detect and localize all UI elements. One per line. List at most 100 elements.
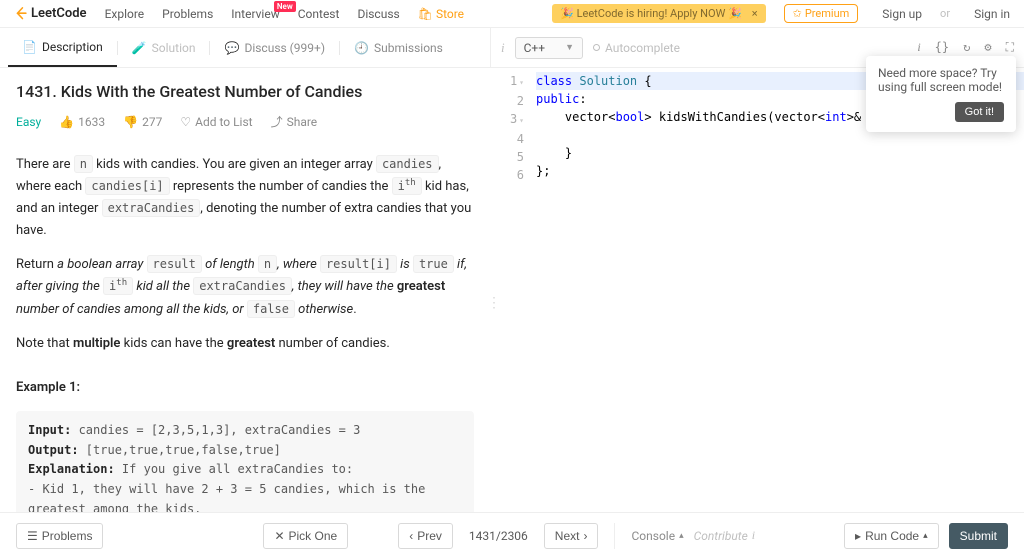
radio-icon bbox=[593, 44, 600, 51]
like-count: 1633 bbox=[78, 115, 105, 129]
language-select[interactable]: C++ ▼ bbox=[515, 37, 583, 59]
brackets-icon[interactable]: {} bbox=[935, 40, 949, 55]
list-icon: ☰ bbox=[27, 529, 38, 543]
nav-interview[interactable]: InterviewNew bbox=[231, 7, 279, 21]
fullscreen-icon[interactable]: ⛶ bbox=[1006, 40, 1014, 55]
like-button[interactable]: 👍 1633 bbox=[59, 115, 105, 129]
tab-submissions-label: Submissions bbox=[374, 41, 443, 55]
signin-link[interactable]: Sign in bbox=[974, 7, 1010, 21]
info-icon[interactable]: i bbox=[501, 40, 505, 56]
premium-label: Premium bbox=[805, 7, 849, 20]
play-icon: ▸ bbox=[855, 529, 861, 543]
dislike-count: 277 bbox=[142, 115, 162, 129]
chevron-left-icon: ‹ bbox=[409, 529, 413, 543]
store-icon: 🛍 bbox=[418, 7, 433, 21]
gotit-button[interactable]: Got it! bbox=[955, 102, 1004, 122]
hiring-banner[interactable]: 🎉 LeetCode is hiring! Apply NOW 🎉 × bbox=[552, 4, 765, 23]
tab-discuss[interactable]: 💬 Discuss (999+) bbox=[210, 28, 339, 67]
star-icon: ✩ bbox=[793, 7, 802, 20]
problems-label: Problems bbox=[42, 529, 93, 543]
share-button[interactable]: ⤴ Share bbox=[271, 113, 318, 130]
prev-button[interactable]: ‹ Prev bbox=[398, 523, 453, 549]
share-label: Share bbox=[287, 115, 318, 129]
nav-explore[interactable]: Explore bbox=[105, 7, 145, 21]
difficulty-badge: Easy bbox=[16, 115, 41, 129]
problem-tabs: 📄 Description 🧪 Solution 💬 Discuss (999+) 🕘… bbox=[0, 28, 490, 67]
language-label: C++ bbox=[524, 41, 545, 55]
settings-icon[interactable]: ⚙ bbox=[984, 40, 991, 55]
code-editor[interactable]: 1▾ 2 3▾ 4 5 6 class Solution {public: ve… bbox=[498, 68, 1024, 538]
nav-store-label: Store bbox=[436, 7, 464, 21]
pane-divider[interactable] bbox=[490, 68, 498, 538]
description-icon: 📄 bbox=[22, 40, 37, 54]
tab-solution[interactable]: 🧪 Solution bbox=[118, 28, 210, 67]
autocomplete-toggle[interactable]: Autocomplete bbox=[593, 41, 680, 55]
tab-submissions[interactable]: 🕘 Submissions bbox=[340, 28, 457, 67]
top-nav: LeetCode Explore Problems InterviewNew C… bbox=[0, 0, 1024, 28]
info-icon-2[interactable]: i bbox=[917, 40, 920, 55]
example-heading: Example 1: bbox=[16, 377, 474, 399]
fullscreen-tooltip: Need more space? Try using full screen m… bbox=[866, 56, 1016, 132]
share-icon: ⤴ bbox=[271, 113, 283, 130]
info-icon-3: i bbox=[752, 528, 755, 543]
prev-label: Prev bbox=[417, 529, 442, 543]
nav-store[interactable]: 🛍Store bbox=[418, 7, 464, 21]
or-text: or bbox=[940, 7, 950, 20]
editor-actions: i {} ↻ ⚙ ⛶ bbox=[917, 40, 1014, 55]
run-code-label: Run Code bbox=[865, 529, 919, 543]
autocomplete-label: Autocomplete bbox=[605, 41, 680, 55]
pick-one-label: Pick One bbox=[289, 529, 338, 543]
console-label: Console bbox=[631, 529, 675, 543]
add-to-list-label: Add to List bbox=[195, 115, 252, 129]
flask-icon: 🧪 bbox=[132, 41, 147, 55]
problem-description: There are n kids with candies. You are g… bbox=[16, 154, 474, 538]
problems-button[interactable]: ☰ Problems bbox=[16, 523, 103, 549]
next-button[interactable]: Next› bbox=[544, 523, 599, 549]
chevron-right-icon: › bbox=[583, 529, 587, 543]
tab-discuss-label: Discuss (999+) bbox=[244, 41, 325, 55]
contribute-label: Contribute bbox=[694, 529, 748, 543]
dislike-button[interactable]: 👎 277 bbox=[123, 115, 162, 129]
description-pane: 1431. Kids With the Greatest Number of C… bbox=[0, 68, 490, 538]
premium-button[interactable]: ✩Premium bbox=[784, 4, 859, 23]
logo[interactable]: LeetCode bbox=[14, 6, 87, 21]
console-toggle[interactable]: Console ▴ bbox=[631, 529, 683, 543]
next-label: Next bbox=[555, 529, 580, 543]
pick-one-button[interactable]: ✕ Pick One bbox=[263, 523, 348, 549]
code-text[interactable]: class Solution {public: vector<bool> kid… bbox=[530, 68, 1024, 538]
tab-description-label: Description bbox=[42, 40, 103, 54]
chevron-up-icon: ▴ bbox=[679, 531, 684, 541]
bottom-bar: ☰ Problems ✕ Pick One ‹ Prev 1431/2306 Next… bbox=[0, 512, 1024, 558]
brand-text: LeetCode bbox=[31, 6, 87, 21]
leetcode-icon bbox=[14, 6, 29, 21]
new-badge: New bbox=[274, 1, 296, 12]
nav-problems[interactable]: Problems bbox=[162, 7, 213, 21]
problem-meta: Easy 👍 1633 👎 277 ♡ Add to List ⤴ Share bbox=[16, 113, 474, 130]
main-split: 1431. Kids With the Greatest Number of C… bbox=[0, 68, 1024, 538]
heart-icon: ♡ bbox=[180, 115, 191, 129]
close-icon[interactable]: × bbox=[746, 7, 758, 20]
nav-discuss[interactable]: Discuss bbox=[357, 7, 399, 21]
chevron-down-icon: ▼ bbox=[565, 42, 574, 53]
thumbs-up-icon: 👍 bbox=[59, 115, 74, 129]
clock-icon: 🕘 bbox=[354, 41, 369, 55]
problem-title: 1431. Kids With the Greatest Number of C… bbox=[16, 82, 474, 101]
tab-solution-label: Solution bbox=[152, 41, 196, 55]
hiring-text: 🎉 LeetCode is hiring! Apply NOW 🎉 bbox=[560, 7, 742, 20]
chevron-up-icon-2: ▴ bbox=[923, 530, 928, 541]
add-to-list-button[interactable]: ♡ Add to List bbox=[180, 115, 252, 129]
line-gutter: 1▾ 2 3▾ 4 5 6 bbox=[498, 68, 530, 538]
nav-contest[interactable]: Contest bbox=[298, 7, 340, 21]
signup-link[interactable]: Sign up bbox=[882, 7, 922, 21]
page-indicator: 1431/2306 bbox=[463, 529, 534, 543]
reset-icon[interactable]: ↻ bbox=[963, 40, 970, 55]
tooltip-text: Need more space? Try using full screen m… bbox=[878, 66, 1004, 94]
nav-interview-label: Interview bbox=[231, 7, 279, 21]
submit-button[interactable]: Submit bbox=[949, 523, 1008, 549]
contribute-link[interactable]: Contribute i bbox=[694, 528, 756, 543]
chat-icon: 💬 bbox=[224, 41, 239, 55]
run-code-button[interactable]: ▸ Run Code ▴ bbox=[844, 523, 939, 549]
thumbs-down-icon: 👎 bbox=[123, 115, 138, 129]
tab-description[interactable]: 📄 Description bbox=[8, 28, 117, 67]
shuffle-icon: ✕ bbox=[274, 529, 284, 543]
